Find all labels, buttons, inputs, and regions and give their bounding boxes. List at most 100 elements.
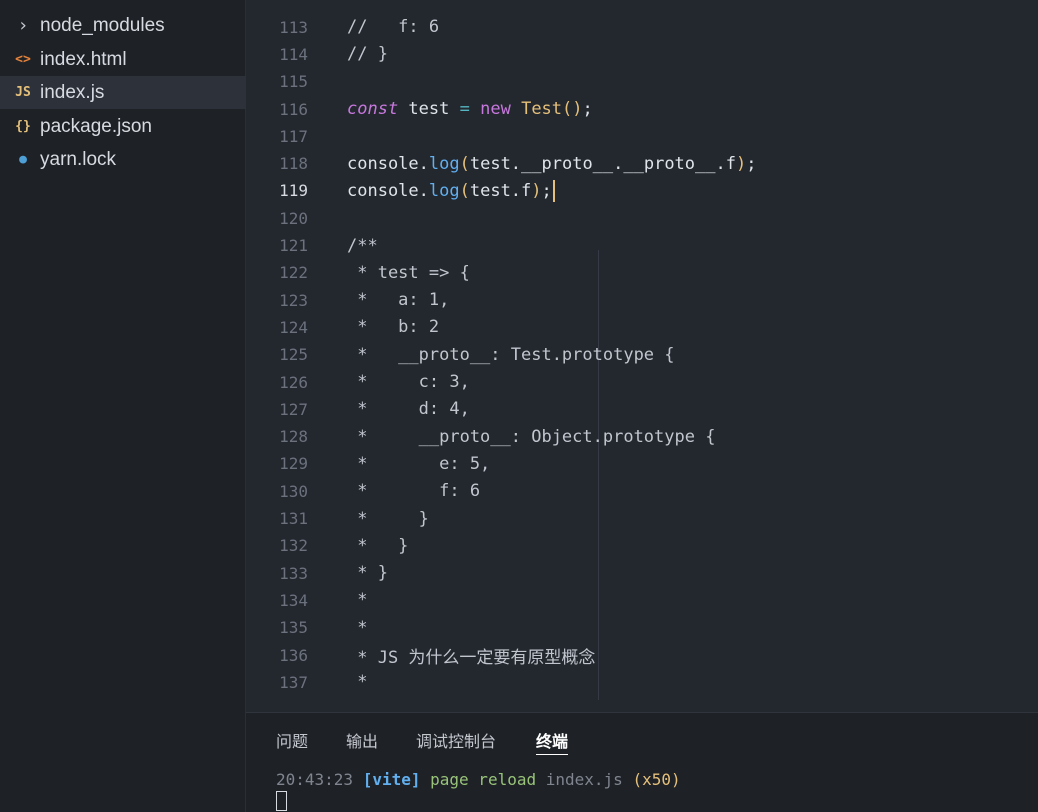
line-code: * f: 6 (347, 481, 481, 502)
line-code: console.log(test.__proto__.__proto__.f); (347, 153, 757, 174)
line-number: 113 (279, 17, 308, 37)
line-number: 135 (279, 618, 308, 638)
line-number: 119 (279, 181, 308, 201)
line-number: 118 (279, 154, 308, 174)
line-code: /** (347, 235, 378, 256)
code-line[interactable]: 125 * __proto__: Test.prototype { (246, 341, 1038, 368)
line-number: 125 (279, 345, 308, 365)
line-number: 124 (279, 317, 308, 337)
explorer-item-yarn-lock[interactable]: ● yarn.lock (0, 143, 246, 176)
terminal-tag: [vite] (362, 770, 421, 789)
line-code: * b: 2 (347, 317, 440, 338)
line-number: 114 (279, 44, 308, 64)
line-code: const test = new Test(); (347, 99, 593, 120)
tab-problems[interactable]: 问题 (276, 728, 308, 752)
line-code: * e: 5, (347, 453, 491, 474)
code-line[interactable]: 133 * } (246, 560, 1038, 587)
line-code: * (347, 617, 368, 638)
code-line[interactable]: 120 (246, 205, 1038, 232)
explorer-item-label: node_modules (40, 14, 165, 36)
line-code: // f: 6 (347, 17, 440, 38)
explorer-item-package-json[interactable]: {} package.json (0, 110, 246, 143)
code-line[interactable]: 123 * a: 1, (246, 287, 1038, 314)
code-line[interactable]: 118 console.log(test.__proto__.__proto__.… (246, 150, 1038, 177)
tab-terminal[interactable]: 终端 (536, 728, 569, 755)
line-code: * } (347, 563, 388, 584)
line-number: 117 (279, 126, 308, 146)
bottom-panel: 问题 输出 调试控制台 终端 20:43:23 [vite] page relo… (246, 712, 1038, 812)
terminal-cursor[interactable] (276, 791, 287, 811)
terminal-message: page reload (430, 770, 537, 789)
terminal-timestamp: 20:43:23 (276, 770, 354, 789)
text-cursor (552, 179, 555, 202)
line-code: * (347, 590, 368, 611)
code-line[interactable]: 135 * (246, 614, 1038, 641)
code-line[interactable]: 127 * d: 4, (246, 396, 1038, 423)
code-editor[interactable]: 113 // f: 6 114 // } 115 116 const test = new … (246, 0, 1038, 712)
code-line[interactable]: 137 * (246, 669, 1038, 696)
code-line[interactable]: 122 * test => { (246, 259, 1038, 286)
code-line[interactable]: 114 // } (246, 41, 1038, 68)
file-explorer: › node_modules <> index.html JS index.js… (0, 0, 246, 812)
line-number: 131 (279, 509, 308, 529)
line-code: * test => { (347, 262, 470, 283)
line-code: * d: 4, (347, 399, 470, 420)
line-number: 133 (279, 563, 308, 583)
code-line[interactable]: 121 /** (246, 232, 1038, 259)
line-number: 121 (279, 236, 308, 256)
line-code: * c: 3, (347, 372, 470, 393)
explorer-item-label: index.html (40, 48, 127, 70)
line-number: 132 (279, 536, 308, 556)
line-code: * } (347, 508, 429, 529)
code-line[interactable]: 132 * } (246, 532, 1038, 559)
code-line[interactable]: 113 // f: 6 (246, 14, 1038, 41)
code-line[interactable]: 128 * __proto__: Object.prototype { (246, 423, 1038, 450)
code-line[interactable]: 117 (246, 123, 1038, 150)
line-code: * a: 1, (347, 290, 450, 311)
code-line[interactable]: 126 * c: 3, (246, 368, 1038, 395)
tab-debug-console[interactable]: 调试控制台 (416, 728, 496, 752)
code-line[interactable]: 131 * } (246, 505, 1038, 532)
code-line[interactable]: 130 * f: 6 (246, 478, 1038, 505)
explorer-item-label: package.json (40, 115, 152, 137)
code-line[interactable]: 115 (246, 68, 1038, 95)
line-number: 129 (279, 454, 308, 474)
line-code: * (347, 672, 368, 693)
explorer-item-node-modules[interactable]: › node_modules (0, 9, 246, 42)
line-code: * } (347, 535, 409, 556)
explorer-item-index-js[interactable]: JS index.js (0, 76, 246, 109)
tab-output[interactable]: 输出 (346, 728, 378, 752)
line-code: console.log(test.f); (347, 179, 555, 202)
code-line[interactable]: 116 const test = new Test(); (246, 95, 1038, 122)
code-line[interactable]: 119 console.log(test.f); (246, 177, 1038, 204)
line-code: * __proto__: Object.prototype { (347, 426, 716, 447)
line-code: * __proto__: Test.prototype { (347, 344, 675, 365)
line-number: 134 (279, 590, 308, 610)
line-number: 127 (279, 399, 308, 419)
terminal-file: index.js (545, 770, 623, 789)
line-number: 122 (279, 263, 308, 283)
line-number: 115 (279, 72, 308, 92)
line-number: 137 (279, 672, 308, 692)
html-file-icon: <> (15, 52, 31, 67)
line-code: * JS 为什么一定要有原型概念 (347, 647, 596, 668)
json-file-icon: {} (15, 119, 31, 134)
line-number: 120 (279, 208, 308, 228)
explorer-item-index-html[interactable]: <> index.html (0, 43, 246, 76)
code-line[interactable]: 129 * e: 5, (246, 450, 1038, 477)
chevron-right-icon: › (17, 15, 29, 36)
explorer-item-label: index.js (40, 81, 105, 103)
line-number: 123 (279, 290, 308, 310)
code-line[interactable]: 124 * b: 2 (246, 314, 1038, 341)
line-number: 130 (279, 481, 308, 501)
yarn-file-icon: ● (19, 152, 27, 167)
line-code: // } (347, 44, 388, 65)
code-line[interactable]: 134 * (246, 587, 1038, 614)
code-line[interactable]: 136 * JS 为什么一定要有原型概念 (246, 641, 1038, 668)
js-file-icon: JS (15, 85, 31, 100)
terminal-output-line: 20:43:23 [vite] page reload index.js (x5… (276, 770, 681, 789)
terminal-count: (x50) (632, 770, 681, 789)
explorer-item-label: yarn.lock (40, 148, 117, 170)
line-number: 136 (279, 645, 308, 665)
line-number: 116 (279, 99, 308, 119)
